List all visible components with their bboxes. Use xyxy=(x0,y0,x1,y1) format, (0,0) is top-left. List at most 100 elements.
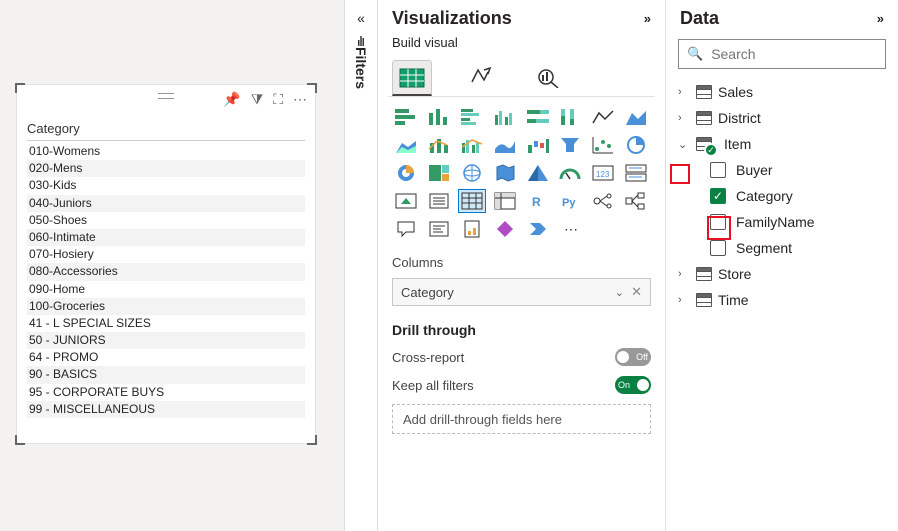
r-visual-icon[interactable]: R xyxy=(524,189,552,213)
treemap-icon[interactable] xyxy=(425,161,453,185)
azure-map-icon[interactable] xyxy=(524,161,552,185)
search-icon: 🔍 xyxy=(687,46,703,62)
power-apps-icon[interactable] xyxy=(491,217,519,241)
chevron-right-icon[interactable]: › xyxy=(678,268,690,280)
table-row[interactable]: 100-Groceries xyxy=(27,298,305,315)
table-row[interactable]: 41 - L SPECIAL SIZES xyxy=(27,315,305,332)
table-item[interactable]: ⌄ ✓ Item xyxy=(678,131,886,157)
field-category[interactable]: ✓ Category xyxy=(710,183,886,209)
format-visual-tab[interactable] xyxy=(460,60,500,96)
filters-pane-collapsed[interactable]: « Filters xyxy=(344,0,378,531)
chevron-down-icon[interactable]: ⌄ xyxy=(678,138,690,151)
table-row[interactable]: 99 - MISCELLANEOUS xyxy=(27,401,305,418)
table-row[interactable]: 040-Juniors xyxy=(27,195,305,212)
stacked-area-chart-icon[interactable] xyxy=(392,133,420,157)
chevron-right-icon[interactable]: › xyxy=(678,112,690,124)
keep-filters-toggle[interactable]: On xyxy=(615,376,651,394)
columns-field-well[interactable]: Category ⌄ ✕ xyxy=(392,278,651,306)
pin-icon[interactable]: 📌 xyxy=(223,91,240,108)
gauge-icon[interactable] xyxy=(556,161,584,185)
resize-handle-tl[interactable] xyxy=(15,83,25,93)
line-stacked-column-icon[interactable] xyxy=(425,133,453,157)
table-row[interactable]: 020-Mens xyxy=(27,160,305,177)
matrix-icon[interactable] xyxy=(491,189,519,213)
table-visual[interactable]: 📌 ⧩ ⛶ ⋯ Category 010-Womens 020-Mens 030… xyxy=(16,84,316,444)
decomposition-tree-icon[interactable] xyxy=(622,189,650,213)
chevron-down-icon[interactable]: ⌄ xyxy=(615,286,624,299)
resize-handle-br[interactable] xyxy=(307,435,317,445)
hundred-stacked-bar-icon[interactable] xyxy=(524,105,552,129)
hundred-stacked-column-icon[interactable] xyxy=(556,105,584,129)
field-segment[interactable]: Segment xyxy=(710,235,886,261)
analytics-tab[interactable] xyxy=(528,60,568,96)
card-icon[interactable]: 123 xyxy=(589,161,617,185)
clustered-bar-chart-icon[interactable] xyxy=(458,105,486,129)
paginated-report-icon[interactable] xyxy=(458,217,486,241)
field-buyer[interactable]: Buyer xyxy=(710,157,886,183)
key-influencers-icon[interactable] xyxy=(589,189,617,213)
collapse-chevron-icon[interactable]: » xyxy=(877,11,884,26)
resize-handle-tr[interactable] xyxy=(307,83,317,93)
table-district[interactable]: › District xyxy=(678,105,886,131)
table-row[interactable]: 090-Home xyxy=(27,281,305,298)
clustered-column-chart-icon[interactable] xyxy=(491,105,519,129)
ribbon-chart-icon[interactable] xyxy=(491,133,519,157)
kpi-icon[interactable] xyxy=(392,189,420,213)
table-row[interactable]: 50 - JUNIORS xyxy=(27,332,305,349)
stacked-column-chart-icon[interactable] xyxy=(425,105,453,129)
line-clustered-column-icon[interactable] xyxy=(458,133,486,157)
funnel-chart-icon[interactable] xyxy=(556,133,584,157)
area-chart-icon[interactable] xyxy=(622,105,650,129)
map-icon[interactable] xyxy=(458,161,486,185)
table-time[interactable]: › Time xyxy=(678,287,886,313)
chevron-right-icon[interactable]: › xyxy=(678,86,690,98)
field-familyname[interactable]: FamilyName xyxy=(710,209,886,235)
drill-through-dropzone[interactable]: Add drill-through fields here xyxy=(392,404,651,434)
scatter-chart-icon[interactable] xyxy=(589,133,617,157)
table-row[interactable]: 060-Intimate xyxy=(27,229,305,246)
field-checkbox-checked[interactable]: ✓ xyxy=(710,188,726,204)
collapse-chevron-icon[interactable]: » xyxy=(644,11,651,26)
python-visual-icon[interactable]: Py xyxy=(556,189,584,213)
table-row[interactable]: 64 - PROMO xyxy=(27,349,305,366)
filled-map-icon[interactable] xyxy=(491,161,519,185)
expand-chevron-icon[interactable]: « xyxy=(357,10,365,26)
waterfall-chart-icon[interactable] xyxy=(524,133,552,157)
more-options-icon[interactable]: ⋯ xyxy=(293,91,307,108)
power-automate-icon[interactable] xyxy=(524,217,552,241)
table-visual-icon[interactable] xyxy=(458,189,486,213)
drag-handle-icon[interactable] xyxy=(158,93,174,99)
field-checkbox[interactable] xyxy=(710,214,726,230)
search-input[interactable] xyxy=(709,45,894,63)
table-store[interactable]: › Store xyxy=(678,261,886,287)
table-row[interactable]: 080-Accessories xyxy=(27,263,305,280)
build-visual-tab[interactable] xyxy=(392,60,432,96)
smart-narrative-icon[interactable] xyxy=(425,217,453,241)
multi-row-card-icon[interactable] xyxy=(622,161,650,185)
get-more-visuals-icon[interactable]: ⋯ xyxy=(556,217,584,241)
resize-handle-bl[interactable] xyxy=(15,435,25,445)
table-column-header[interactable]: Category xyxy=(27,121,305,141)
line-chart-icon[interactable] xyxy=(589,105,617,129)
pie-chart-icon[interactable] xyxy=(622,133,650,157)
remove-field-icon[interactable]: ✕ xyxy=(631,284,642,300)
table-row[interactable]: 010-Womens xyxy=(27,143,305,160)
donut-chart-icon[interactable] xyxy=(392,161,420,185)
field-checkbox[interactable] xyxy=(710,240,726,256)
cross-report-toggle[interactable]: Off xyxy=(615,348,651,366)
stacked-bar-chart-icon[interactable] xyxy=(392,105,420,129)
search-input-container[interactable]: 🔍 xyxy=(678,39,886,69)
chevron-right-icon[interactable]: › xyxy=(678,294,690,306)
filter-icon[interactable]: ⧩ xyxy=(251,91,264,108)
slicer-icon[interactable] xyxy=(425,189,453,213)
table-row[interactable]: 070-Hosiery xyxy=(27,246,305,263)
table-row[interactable]: 030-Kids xyxy=(27,177,305,194)
qa-visual-icon[interactable] xyxy=(392,217,420,241)
table-row[interactable]: 95 - CORPORATE BUYS xyxy=(27,384,305,401)
table-sales[interactable]: › Sales xyxy=(678,79,886,105)
field-checkbox[interactable] xyxy=(710,162,726,178)
table-row[interactable]: 050-Shoes xyxy=(27,212,305,229)
focus-mode-icon[interactable]: ⛶ xyxy=(273,91,283,108)
table-row[interactable]: 90 - BASICS xyxy=(27,366,305,383)
table-selected-badge-icon: ✓ xyxy=(704,143,718,157)
